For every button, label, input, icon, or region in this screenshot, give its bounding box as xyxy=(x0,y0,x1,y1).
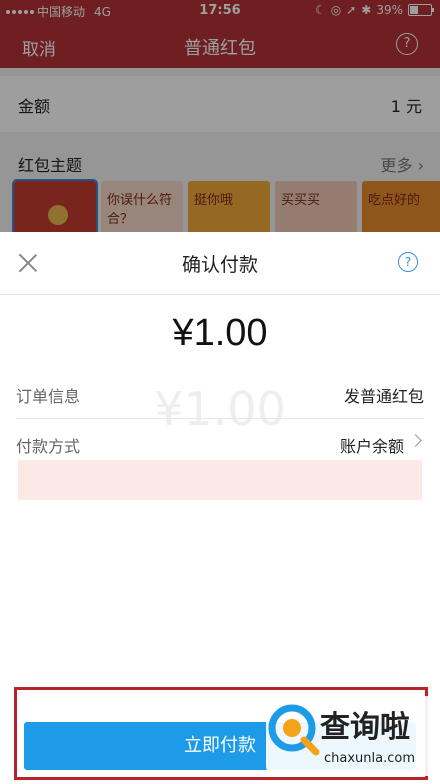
order-info-row: 订单信息 发普通红包 xyxy=(16,368,424,419)
method-label: 付款方式 xyxy=(16,437,81,456)
payment-method-row[interactable]: 付款方式 账户余额 xyxy=(16,418,424,468)
method-value: 账户余额 xyxy=(339,437,404,456)
chevron-right-icon xyxy=(409,434,422,447)
order-value: 发普通红包 xyxy=(343,387,424,406)
payment-amount: ¥1.00 xyxy=(172,312,268,354)
order-label: 订单信息 xyxy=(16,387,81,406)
sheet-header: 确认付款 ? xyxy=(0,232,440,295)
watermark-svg: 查询啦 chaxunla.com xyxy=(266,696,436,776)
watermark-logo: 查询啦 chaxunla.com xyxy=(262,690,438,780)
svg-text:查询啦: 查询啦 xyxy=(320,710,410,745)
help-icon[interactable]: ? xyxy=(398,252,418,272)
svg-text:chaxunla.com: chaxunla.com xyxy=(324,751,415,766)
sheet-title: 确认付款 xyxy=(181,254,258,276)
